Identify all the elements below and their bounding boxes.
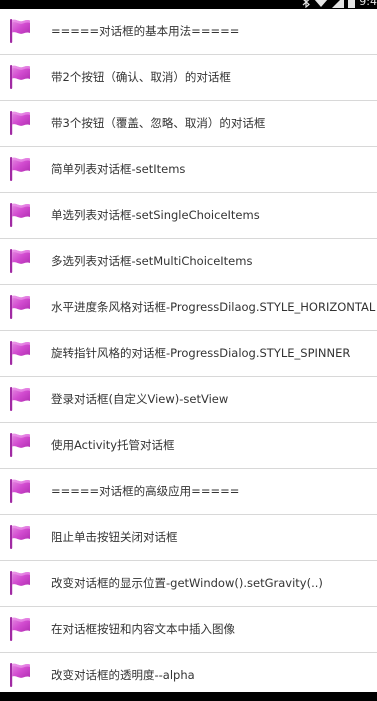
list-item[interactable]: 阻止单击按钮关闭对话框: [0, 515, 377, 561]
list-item-label: 单选列表对话框-setSingleChoiceItems: [51, 208, 260, 222]
flag-icon: [10, 111, 30, 135]
dialog-demo-list: =====对话框的基本用法===== 带2个按钮（确认、取消）的对话框 带3个按…: [0, 9, 377, 692]
status-bar: 9:4: [0, 0, 377, 9]
list-item-label: 带2个按钮（确认、取消）的对话框: [51, 70, 231, 84]
flag-icon: [10, 433, 30, 457]
list-item-label: 多选列表对话框-setMultiChoiceItems: [51, 254, 253, 268]
flag-icon: [10, 663, 30, 687]
flag-icon: [10, 19, 30, 43]
list-item-label: =====对话框的基本用法=====: [51, 24, 240, 38]
list-item-label: 使用Activity托管对话框: [51, 438, 175, 452]
flag-icon: [10, 249, 30, 273]
list-item[interactable]: 改变对话框的显示位置-getWindow().setGravity(..): [0, 561, 377, 607]
signal-icon: [332, 0, 345, 8]
battery-icon: [348, 0, 356, 8]
list-item[interactable]: 带2个按钮（确认、取消）的对话框: [0, 55, 377, 101]
bluetooth-icon: [302, 0, 311, 8]
flag-icon: [10, 203, 30, 227]
list-item[interactable]: 水平进度条风格对话框-ProgressDilaog.STYLE_HORIZONT…: [0, 285, 377, 331]
flag-icon: [10, 387, 30, 411]
list-item[interactable]: 旋转指针风格的对话框-ProgressDialog.STYLE_SPINNER: [0, 331, 377, 377]
navigation-bar: [0, 692, 377, 701]
list-item-label: 登录对话框(自定义View)-setView: [51, 392, 229, 406]
flag-icon: [10, 295, 30, 319]
list-item[interactable]: 多选列表对话框-setMultiChoiceItems: [0, 239, 377, 285]
list-item[interactable]: =====对话框的高级应用=====: [0, 469, 377, 515]
list-item-label: 改变对话框的透明度--alpha: [51, 668, 195, 682]
list-item-label: 简单列表对话框-setItems: [51, 162, 186, 176]
list-item[interactable]: 在对话框按钮和内容文本中插入图像: [0, 607, 377, 653]
flag-icon: [10, 341, 30, 365]
list-item[interactable]: 改变对话框的透明度--alpha: [0, 653, 377, 692]
status-time: 9:4: [359, 0, 377, 8]
list-item-label: 阻止单击按钮关闭对话框: [51, 530, 178, 544]
list-item-label: 水平进度条风格对话框-ProgressDilaog.STYLE_HORIZONT…: [51, 300, 376, 314]
list-item-label: 改变对话框的显示位置-getWindow().setGravity(..): [51, 576, 323, 590]
list-item[interactable]: 带3个按钮（覆盖、忽略、取消）的对话框: [0, 101, 377, 147]
status-icons: 9:4: [302, 0, 377, 9]
list-item[interactable]: 登录对话框(自定义View)-setView: [0, 377, 377, 423]
flag-icon: [10, 525, 30, 549]
wifi-icon: [315, 0, 328, 7]
flag-icon: [10, 617, 30, 641]
flag-icon: [10, 65, 30, 89]
list-item[interactable]: =====对话框的基本用法=====: [0, 9, 377, 55]
list-item[interactable]: 简单列表对话框-setItems: [0, 147, 377, 193]
flag-icon: [10, 571, 30, 595]
flag-icon: [10, 479, 30, 503]
list-item-label: 带3个按钮（覆盖、忽略、取消）的对话框: [51, 116, 266, 130]
flag-icon: [10, 157, 30, 181]
list-item[interactable]: 单选列表对话框-setSingleChoiceItems: [0, 193, 377, 239]
list-item-label: 旋转指针风格的对话框-ProgressDialog.STYLE_SPINNER: [51, 346, 351, 360]
list-item-label: 在对话框按钮和内容文本中插入图像: [51, 622, 235, 636]
list-item-label: =====对话框的高级应用=====: [51, 484, 240, 498]
list-item[interactable]: 使用Activity托管对话框: [0, 423, 377, 469]
